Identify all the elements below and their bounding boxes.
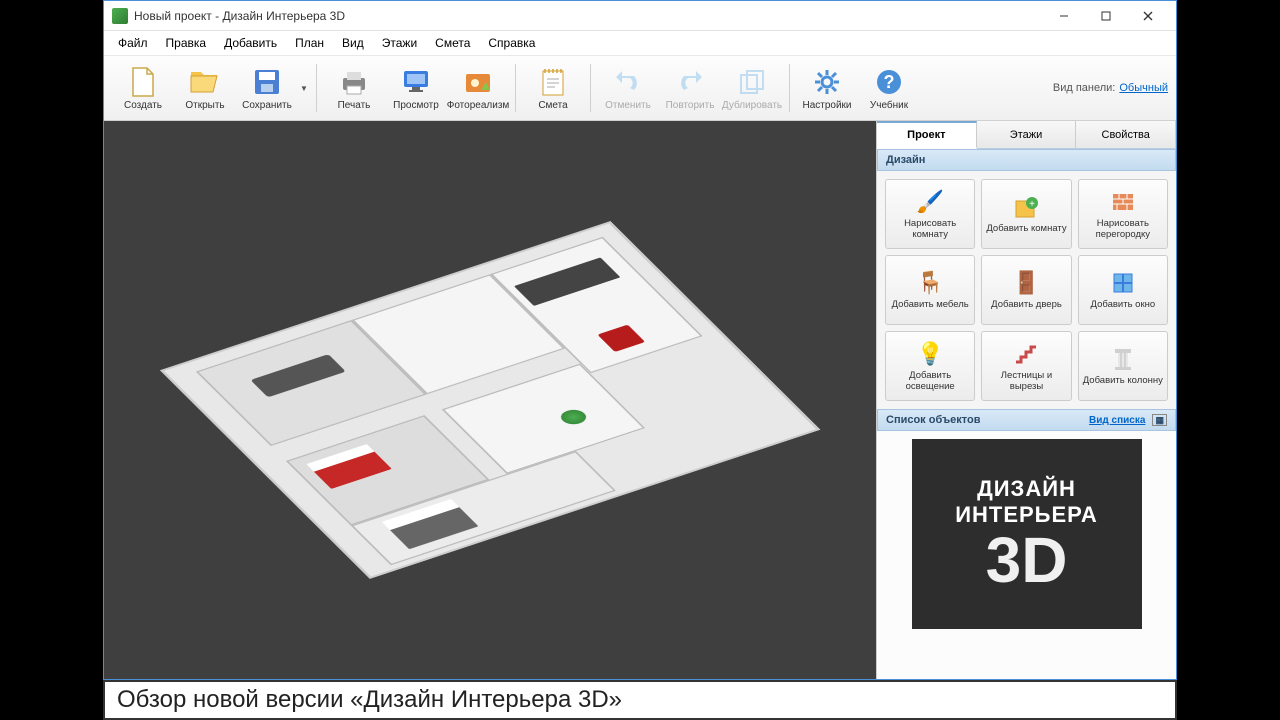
app-icon	[112, 8, 128, 24]
photorealism-button[interactable]: Фотореализм	[447, 58, 509, 118]
tutorial-button[interactable]: ? Учебник	[858, 58, 920, 118]
maximize-button[interactable]	[1086, 4, 1126, 28]
minimize-button[interactable]	[1044, 4, 1084, 28]
printer-icon	[338, 66, 370, 98]
menu-help[interactable]: Справка	[480, 33, 543, 53]
render-icon	[462, 66, 494, 98]
estimate-button[interactable]: Смета	[522, 58, 584, 118]
list-icon[interactable]: ▦	[1152, 414, 1167, 426]
save-dropdown[interactable]: ▼	[298, 58, 310, 118]
redo-icon	[674, 66, 706, 98]
bulb-icon: 💡	[916, 340, 944, 368]
panel-mode: Вид панели: Обычный	[1053, 82, 1168, 94]
minimize-icon	[1059, 11, 1069, 21]
menu-estimate[interactable]: Смета	[427, 33, 478, 53]
menubar: Файл Правка Добавить План Вид Этажи Смет…	[104, 31, 1176, 55]
separator	[316, 64, 317, 112]
menu-add[interactable]: Добавить	[216, 33, 285, 53]
menu-floors[interactable]: Этажи	[374, 33, 425, 53]
folder-open-icon	[189, 66, 221, 98]
video-caption: Обзор новой версии «Дизайн Интерьера 3D»	[103, 680, 1177, 720]
view-list-link[interactable]: Вид списка	[1089, 415, 1145, 426]
print-button[interactable]: Печать	[323, 58, 385, 118]
stairs-icon	[1012, 340, 1040, 368]
create-button[interactable]: Создать	[112, 58, 174, 118]
toolbar: Создать Открыть Сохранить ▼ Печать Просм…	[104, 55, 1176, 121]
chair-icon: 🪑	[916, 269, 944, 297]
open-button[interactable]: Открыть	[174, 58, 236, 118]
stairs-button[interactable]: Лестницы и вырезы	[981, 331, 1071, 401]
menu-plan[interactable]: План	[287, 33, 332, 53]
menu-view[interactable]: Вид	[334, 33, 372, 53]
close-button[interactable]	[1128, 4, 1168, 28]
window-title: Новый проект - Дизайн Интерьера 3D	[134, 9, 1044, 23]
save-icon	[251, 66, 283, 98]
objects-list: ДИЗАЙН ИНТЕРЬЕРА 3D	[877, 431, 1176, 679]
menu-edit[interactable]: Правка	[158, 33, 215, 53]
draw-partition-button[interactable]: Нарисовать перегородку	[1078, 179, 1168, 249]
door-icon: 🚪	[1012, 269, 1040, 297]
window-icon	[1109, 269, 1137, 297]
separator	[590, 64, 591, 112]
preview-button[interactable]: Просмотр	[385, 58, 447, 118]
objects-section-header: Список объектов Вид списка ▦	[877, 409, 1176, 431]
floorplan-render	[160, 221, 820, 579]
duplicate-button[interactable]: Дублировать	[721, 58, 783, 118]
promo-banner: ДИЗАЙН ИНТЕРЬЕРА 3D	[912, 439, 1142, 629]
maximize-icon	[1101, 11, 1111, 21]
tab-floors[interactable]: Этажи	[977, 121, 1077, 148]
app-window: Новый проект - Дизайн Интерьера 3D Файл …	[103, 0, 1177, 680]
svg-text:?: ?	[884, 72, 895, 92]
add-column-button[interactable]: Добавить колонну	[1078, 331, 1168, 401]
design-section-header: Дизайн	[877, 149, 1176, 171]
draw-room-button[interactable]: 🖌️ Нарисовать комнату	[885, 179, 975, 249]
save-button[interactable]: Сохранить	[236, 58, 298, 118]
duplicate-icon	[736, 66, 768, 98]
help-icon: ?	[873, 66, 905, 98]
side-panel: Проект Этажи Свойства Дизайн 🖌️ Нарисова…	[876, 121, 1176, 679]
close-icon	[1143, 11, 1153, 21]
titlebar: Новый проект - Дизайн Интерьера 3D	[104, 1, 1176, 31]
notepad-icon	[537, 66, 569, 98]
gear-icon	[811, 66, 843, 98]
separator	[515, 64, 516, 112]
monitor-icon	[400, 66, 432, 98]
brushes-icon: 🖌️	[916, 188, 944, 216]
add-lighting-button[interactable]: 💡 Добавить освещение	[885, 331, 975, 401]
menu-file[interactable]: Файл	[110, 33, 156, 53]
column-icon	[1109, 345, 1137, 373]
design-grid: 🖌️ Нарисовать комнату + Добавить комнату…	[877, 171, 1176, 409]
separator	[789, 64, 790, 112]
add-room-icon: +	[1012, 193, 1040, 221]
svg-text:+: +	[1030, 199, 1036, 210]
add-window-button[interactable]: Добавить окно	[1078, 255, 1168, 325]
viewport-3d[interactable]	[104, 121, 876, 679]
settings-button[interactable]: Настройки	[796, 58, 858, 118]
new-file-icon	[127, 66, 159, 98]
side-tabs: Проект Этажи Свойства	[877, 121, 1176, 149]
add-door-button[interactable]: 🚪 Добавить дверь	[981, 255, 1071, 325]
panel-mode-link[interactable]: Обычный	[1119, 82, 1168, 94]
undo-button[interactable]: Отменить	[597, 58, 659, 118]
undo-icon	[612, 66, 644, 98]
redo-button[interactable]: Повторить	[659, 58, 721, 118]
tab-project[interactable]: Проект	[877, 121, 977, 149]
tab-properties[interactable]: Свойства	[1076, 121, 1176, 148]
wall-icon	[1109, 188, 1137, 216]
add-furniture-button[interactable]: 🪑 Добавить мебель	[885, 255, 975, 325]
add-room-button[interactable]: + Добавить комнату	[981, 179, 1071, 249]
